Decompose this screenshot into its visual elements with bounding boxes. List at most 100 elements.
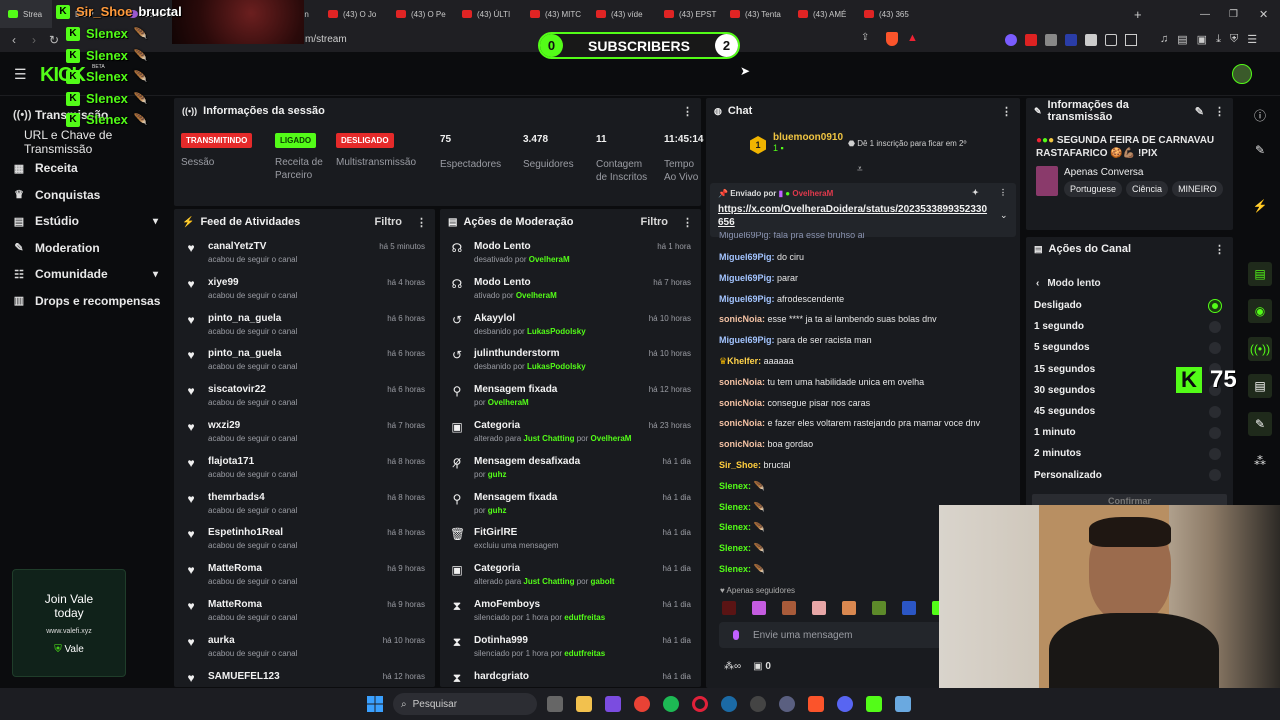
filter-button[interactable]: Filtro	[375, 216, 403, 228]
radio-button[interactable]	[1209, 320, 1221, 333]
chat-username[interactable]: sonicNoia	[719, 398, 762, 408]
forward-icon[interactable]: ›	[24, 33, 44, 47]
hamburger-menu-icon[interactable]: ☰	[14, 66, 27, 83]
activity-row[interactable]: ♥ themrbads4 acabou de seguir o canal há…	[174, 486, 435, 522]
spotify-icon[interactable]	[663, 696, 679, 712]
broadcast-icon[interactable]: ((•))	[1248, 337, 1272, 361]
reload-icon[interactable]: ↻	[44, 33, 64, 47]
moderation-row[interactable]: ⚲̸ Mensagem desafixada por guhz há 1 dia	[440, 450, 701, 486]
activity-user[interactable]: MatteRoma	[208, 599, 377, 610]
window-minimize-icon[interactable]: —	[1200, 9, 1210, 20]
pinned-message[interactable]: 📌 Enviado por ▮ ● OvelheraM ✦ ⋮ https://…	[710, 183, 1016, 237]
moderation-row[interactable]: ↺ julinthunderstorm desbanido por LukasP…	[440, 342, 701, 378]
extension-icon[interactable]	[1125, 34, 1137, 46]
slow-mode-option[interactable]: 2 minutos	[1026, 443, 1229, 464]
chat-message[interactable]: sonicNoia: consegue pisar nos caras	[709, 393, 1019, 414]
chevron-down-icon[interactable]: ▾	[153, 269, 158, 280]
activity-user[interactable]: wxzi29	[208, 420, 377, 431]
edit-icon[interactable]: ✎	[1195, 105, 1204, 118]
edit-icon[interactable]: ✎	[1248, 138, 1272, 162]
sidebar-item-revenue[interactable]: ▦ Receita	[0, 155, 172, 182]
emote-icon[interactable]	[902, 601, 916, 615]
browser-tab[interactable]: (43) O Jo	[320, 0, 388, 28]
activity-row[interactable]: ♥ aurka acabou de seguir o canal há 10 h…	[174, 629, 435, 665]
back-icon[interactable]: ‹	[4, 33, 24, 47]
app-icon[interactable]	[866, 696, 882, 712]
gift-sub-prompt[interactable]: ⬣ Dê 1 inscrição para ficar em 2º	[848, 139, 966, 148]
activity-row[interactable]: ♥ canalYetzTV acabou de seguir o canal h…	[174, 235, 435, 271]
infinity-icon[interactable]: ⁂∞	[724, 661, 741, 672]
taskbar-search[interactable]: ⌕ Pesquisar	[393, 693, 537, 715]
brave-shield-icon[interactable]	[886, 32, 898, 46]
chat-username[interactable]: Sir_Shoe	[719, 460, 758, 470]
emote-icon[interactable]	[872, 601, 886, 615]
windows-start-icon[interactable]	[367, 696, 383, 712]
mod-target[interactable]: edutfreitas	[564, 613, 605, 622]
moderation-row[interactable]: ⚲ Mensagem fixada por guhz há 1 dia	[440, 486, 701, 522]
mod-target[interactable]: LukasPodolsky	[527, 327, 586, 336]
mod-target[interactable]: OvelheraM	[488, 398, 529, 407]
unpin-icon[interactable]: ✦	[972, 188, 979, 197]
url-text[interactable]: m/stream	[305, 34, 347, 45]
moderation-row[interactable]: ▣ Categoria alterado para Just Chatting …	[440, 414, 701, 450]
activity-user[interactable]: Espetinho1Real	[208, 527, 377, 538]
sidebar-item-achievements[interactable]: ♛ Conquistas	[0, 182, 172, 209]
wallet-icon[interactable]: ▣	[1197, 33, 1207, 46]
chat-username[interactable]: Miguel69Pig	[719, 294, 772, 304]
extension-icon[interactable]	[1085, 34, 1097, 46]
activity-row[interactable]: ♥ MatteRoma acabou de seguir o canal há …	[174, 557, 435, 593]
emote-icon[interactable]	[842, 601, 856, 615]
chat-message[interactable]: Miguel69Pig: afrodescendente	[709, 289, 1019, 310]
mod-target[interactable]: guhz	[488, 470, 507, 479]
mod-target[interactable]: OvelheraM	[516, 291, 557, 300]
emote-icon[interactable]	[782, 601, 796, 615]
mod-target[interactable]: OvelheraM	[529, 255, 570, 264]
pinned-by-user[interactable]: OvelheraM	[792, 189, 833, 198]
chat-username[interactable]: sonicNoia	[719, 418, 762, 428]
brave-icon[interactable]	[808, 696, 824, 712]
discord-icon[interactable]	[837, 696, 853, 712]
new-tab-button[interactable]: +	[1134, 7, 1142, 22]
chrome-icon[interactable]	[634, 696, 650, 712]
more-options-icon[interactable]: ⋮	[1001, 105, 1012, 118]
more-options-icon[interactable]: ⋮	[1214, 105, 1225, 118]
activity-user[interactable]: pinto_na_guela	[208, 313, 377, 324]
filter-button[interactable]: Filtro	[641, 216, 669, 228]
category-thumbnail[interactable]	[1036, 166, 1058, 196]
opera-icon[interactable]	[692, 696, 708, 712]
points-icon[interactable]: ▣ 0	[753, 661, 771, 672]
activity-row[interactable]: ♥ pinto_na_guela acabou de seguir o cana…	[174, 307, 435, 343]
stream-tag[interactable]: MINEIRO	[1172, 181, 1223, 197]
moderation-row[interactable]: ⚲ Mensagem fixada por OvelheraM há 12 ho…	[440, 378, 701, 414]
chat-message[interactable]: Sir_Shoe: bructal	[709, 455, 1019, 476]
moderation-row[interactable]: ⧗ AmoFemboys silenciado por 1 hora por e…	[440, 593, 701, 629]
menu-icon[interactable]: ☰	[1247, 33, 1257, 46]
activity-user[interactable]: themrbads4	[208, 492, 377, 503]
chat-username[interactable]: Slenex	[719, 522, 748, 532]
browser-tab[interactable]: (43) víde	[588, 0, 656, 28]
activity-row[interactable]: ♥ xiye99 acabou de seguir o canal há 4 h…	[174, 271, 435, 307]
activity-user[interactable]: SAMUEFEL123	[208, 671, 373, 682]
emote-icon[interactable]	[812, 601, 826, 615]
sidebar-item-stream-key[interactable]: URL e Chave de Transmissão	[0, 128, 172, 156]
sidebar-item-moderation[interactable]: ✎ Moderation	[0, 235, 172, 262]
browser-tab[interactable]: (43) AMÉ	[790, 0, 856, 28]
more-options-icon[interactable]: ⋮	[682, 105, 693, 118]
mod-target[interactable]: guhz	[488, 506, 507, 515]
browser-tab[interactable]: (43) EPST	[656, 0, 722, 28]
gifter-name[interactable]: bluemoon0910	[773, 132, 843, 143]
sidebar-item-community[interactable]: ☷ Comunidade ▾	[0, 261, 172, 288]
wrench-icon[interactable]: ✎	[1248, 412, 1272, 436]
more-options-icon[interactable]: ⋮	[999, 188, 1007, 197]
category-name[interactable]: Apenas Conversa	[1064, 167, 1144, 178]
activity-user[interactable]: siscatovir22	[208, 384, 377, 395]
activity-row[interactable]: ♥ SAMUEFEL123 há 12 horas	[174, 665, 435, 687]
app-icon[interactable]	[750, 696, 766, 712]
bolt-icon[interactable]: ⚡	[1248, 194, 1272, 218]
vpn-icon[interactable]: ⛨	[1230, 33, 1238, 46]
stream-tag[interactable]: Ciência	[1126, 181, 1169, 197]
activity-row[interactable]: ♥ flajota171 acabou de seguir o canal há…	[174, 450, 435, 486]
notepad-icon[interactable]	[895, 696, 911, 712]
app-icon[interactable]	[605, 696, 621, 712]
chat-username[interactable]: Slenex	[719, 564, 748, 574]
